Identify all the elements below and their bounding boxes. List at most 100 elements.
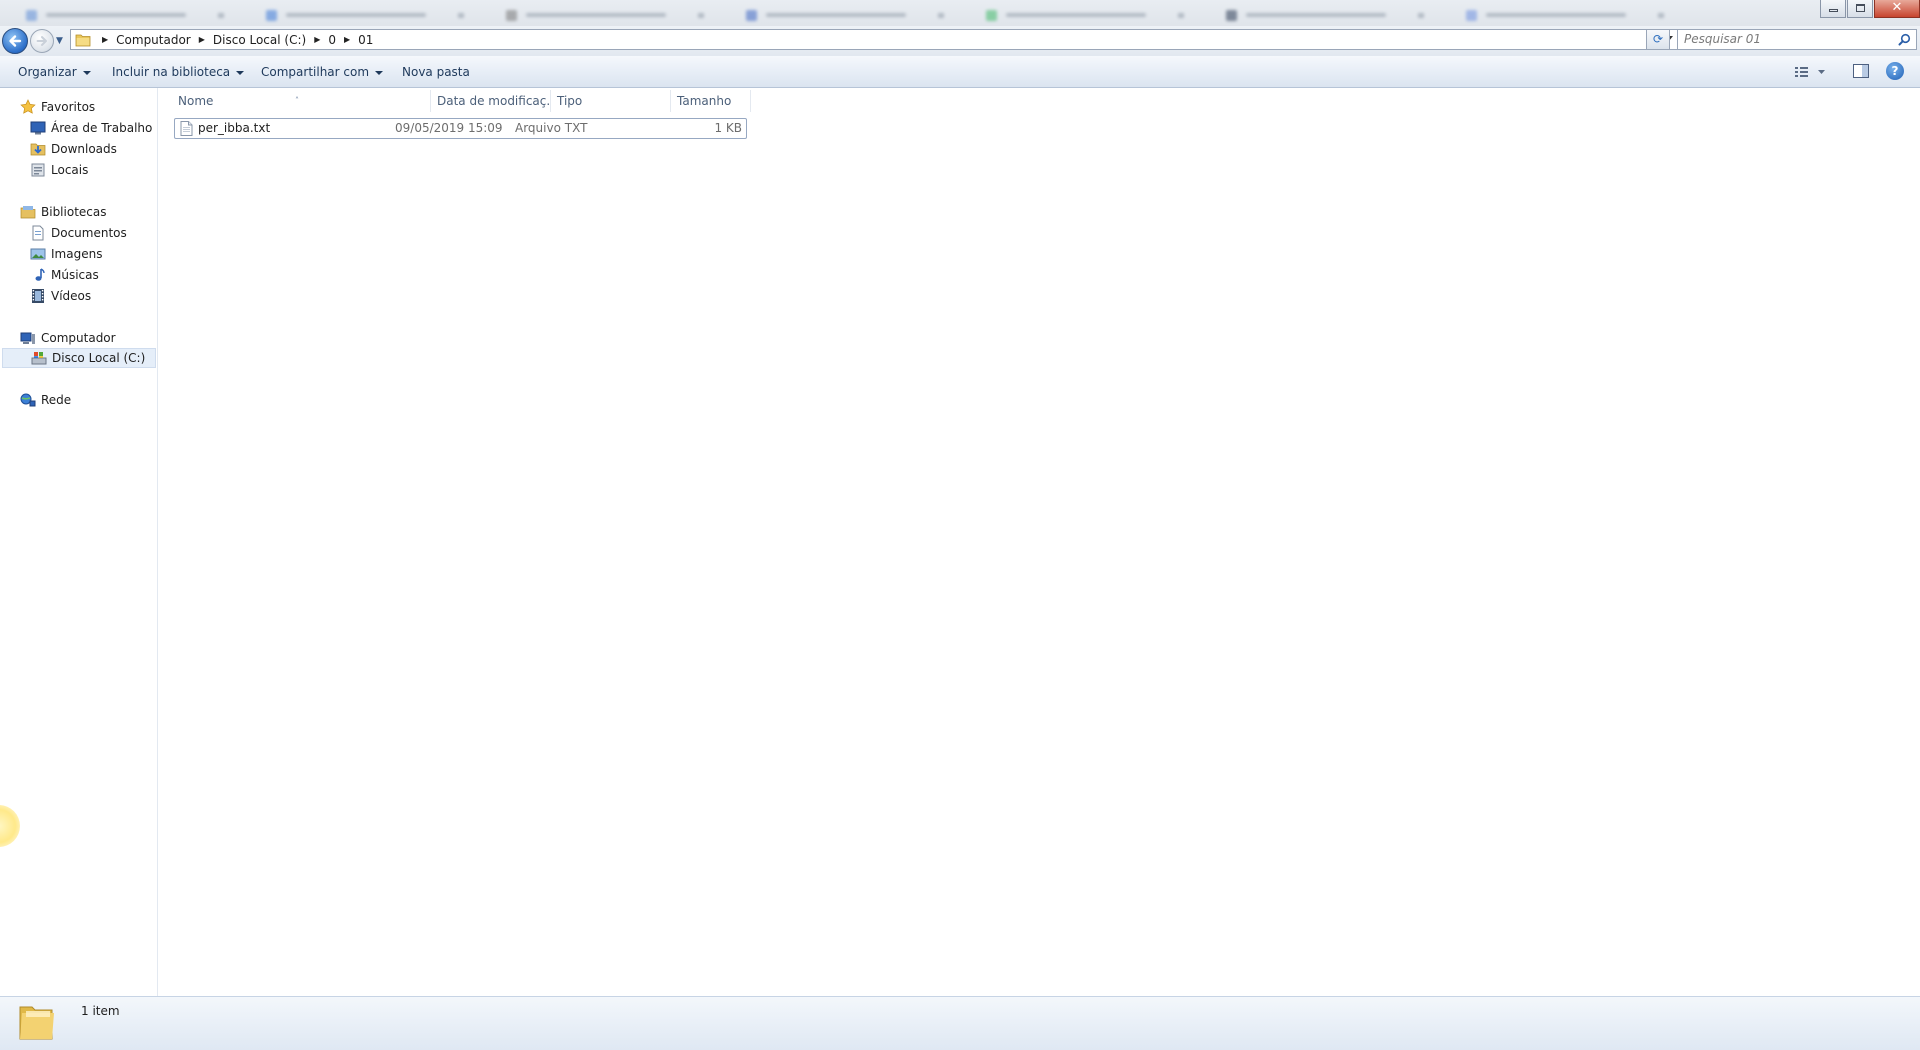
forward-button[interactable]: [30, 29, 54, 53]
breadcrumb: ▶ Computador ▶ Disco Local (C:) ▶ 0 ▶ 01: [95, 30, 374, 49]
sidebar-item-imagens[interactable]: Imagens: [30, 244, 102, 264]
organize-label: Organizar: [18, 65, 77, 79]
sidebar-item-label: Vídeos: [51, 289, 92, 303]
back-button[interactable]: [2, 28, 28, 54]
window-controls: ✕: [1819, 0, 1920, 20]
sidebar-item-musicas[interactable]: Músicas: [30, 265, 99, 285]
sidebar-item-locais[interactable]: Locais: [30, 160, 88, 180]
column-header-label: Tamanho: [677, 94, 732, 108]
column-header-label: Tipo: [557, 94, 583, 108]
change-view-button[interactable]: [1794, 64, 1828, 80]
sidebar-item-videos[interactable]: Vídeos: [30, 286, 91, 306]
organize-menu[interactable]: Organizar: [18, 65, 91, 79]
column-header-label: Data de modificaç...: [437, 94, 551, 108]
chevron-down-icon: [82, 70, 91, 75]
address-bar[interactable]: ▶ Computador ▶ Disco Local (C:) ▶ 0 ▶ 01: [70, 29, 1678, 50]
maximize-button[interactable]: [1847, 0, 1873, 18]
new-folder-label: Nova pasta: [402, 65, 470, 79]
file-type: Arquivo TXT: [515, 121, 588, 135]
folder-icon: [75, 34, 91, 47]
column-header-label: Nome: [178, 94, 214, 108]
chevron-down-icon: [375, 70, 384, 75]
details-pane: 1 item: [0, 996, 1920, 1050]
sidebar-item-label: Área de Trabalho: [51, 121, 153, 135]
search-input[interactable]: [1684, 31, 1884, 47]
sidebar-item-label: Disco Local (C:): [52, 351, 146, 365]
file-size: 1 KB: [714, 121, 742, 135]
search-icon[interactable]: [1898, 33, 1911, 46]
sidebar-group-label: Bibliotecas: [41, 205, 107, 219]
sidebar-item-disco-local[interactable]: Disco Local (C:): [2, 348, 156, 368]
sort-ascending-icon: ˄: [295, 96, 299, 105]
background-tab: [258, 6, 478, 24]
navigation-bar: ▼ ▶ Computador ▶ Disco Local (C:) ▶ 0 ▶ …: [0, 26, 1920, 56]
sidebar-group-rede[interactable]: Rede: [20, 390, 71, 410]
breadcrumb-separator[interactable]: ▶: [307, 35, 327, 44]
search-box[interactable]: [1677, 29, 1917, 50]
chevron-down-icon: [236, 70, 245, 75]
text-file-icon: [180, 121, 193, 136]
music-icon: [35, 268, 45, 281]
sidebar-group-bibliotecas[interactable]: Bibliotecas: [20, 202, 106, 222]
forward-arrow-icon: [36, 36, 47, 46]
sidebar-item-label: Downloads: [51, 142, 117, 156]
breadcrumb-folder-0[interactable]: 0: [327, 33, 337, 47]
background-tab: [1218, 6, 1438, 24]
local-disk-icon: [31, 352, 47, 365]
downloads-icon: [30, 143, 46, 156]
include-library-label: Incluir na biblioteca: [112, 65, 231, 79]
sidebar-item-area-de-trabalho[interactable]: Área de Trabalho: [30, 118, 152, 138]
back-arrow-icon: [9, 35, 22, 47]
sidebar-group-label: Computador: [41, 331, 116, 345]
details-view-icon: [1795, 67, 1825, 77]
refresh-icon: ⟳: [1652, 32, 1664, 46]
sidebar-group-computador[interactable]: Computador: [20, 328, 116, 348]
close-button[interactable]: ✕: [1874, 0, 1920, 18]
item-count: 1 item: [81, 1004, 120, 1018]
network-icon: [20, 393, 36, 407]
background-tab: [498, 6, 718, 24]
minimize-button[interactable]: [1820, 0, 1846, 18]
column-header-type[interactable]: Tipo: [551, 90, 671, 112]
recent-pages-dropdown[interactable]: ▼: [56, 37, 66, 46]
new-folder-button[interactable]: Nova pasta: [402, 65, 470, 79]
breadcrumb-separator[interactable]: ▶: [192, 35, 212, 44]
background-tab: [738, 6, 958, 24]
refresh-button[interactable]: ⟳: [1646, 29, 1670, 50]
share-with-menu[interactable]: Compartilhar com: [261, 65, 384, 79]
include-library-menu[interactable]: Incluir na biblioteca: [112, 65, 245, 79]
file-name: per_ibba.txt: [198, 121, 271, 135]
column-header-date[interactable]: Data de modificaç...: [431, 90, 551, 112]
sidebar-group-label: Favoritos: [41, 100, 96, 114]
help-button[interactable]: ?: [1886, 62, 1904, 80]
libraries-icon: [20, 206, 36, 219]
breadcrumb-folder-01[interactable]: 01: [357, 33, 374, 47]
breadcrumb-separator[interactable]: ▶: [337, 35, 357, 44]
pictures-icon: [30, 248, 46, 260]
table-row[interactable]: per_ibba.txt 09/05/2019 15:09 Arquivo TX…: [174, 118, 747, 139]
background-tab: [1458, 6, 1678, 24]
share-with-label: Compartilhar com: [261, 65, 370, 79]
folder-icon: [19, 1006, 54, 1040]
breadcrumb-separator[interactable]: ▶: [95, 35, 115, 44]
file-list-pane: Nome ˄ Data de modificaç... Tipo Tamanho…: [159, 88, 1920, 996]
column-header-name[interactable]: Nome ˄: [159, 90, 431, 112]
computer-icon: [20, 332, 35, 344]
close-icon: ✕: [1891, 0, 1903, 15]
star-icon: [20, 99, 36, 114]
desktop-icon: [30, 121, 46, 135]
breadcrumb-computador[interactable]: Computador: [115, 33, 192, 47]
breadcrumb-disco-local[interactable]: Disco Local (C:): [212, 33, 307, 47]
background-tab: [18, 6, 238, 24]
background-browser-tabs: ✕: [0, 0, 1920, 27]
sidebar-item-label: Locais: [51, 163, 89, 177]
help-icon: ?: [1891, 64, 1899, 78]
videos-icon: [32, 289, 44, 303]
preview-pane-button[interactable]: [1852, 63, 1870, 79]
sidebar-item-documentos[interactable]: Documentos: [30, 223, 127, 243]
sidebar-item-label: Imagens: [51, 247, 103, 261]
column-header-size[interactable]: Tamanho: [671, 90, 751, 112]
sidebar-group-favoritos[interactable]: Favoritos: [20, 97, 95, 117]
sidebar-item-downloads[interactable]: Downloads: [30, 139, 117, 159]
documents-icon: [32, 225, 44, 241]
